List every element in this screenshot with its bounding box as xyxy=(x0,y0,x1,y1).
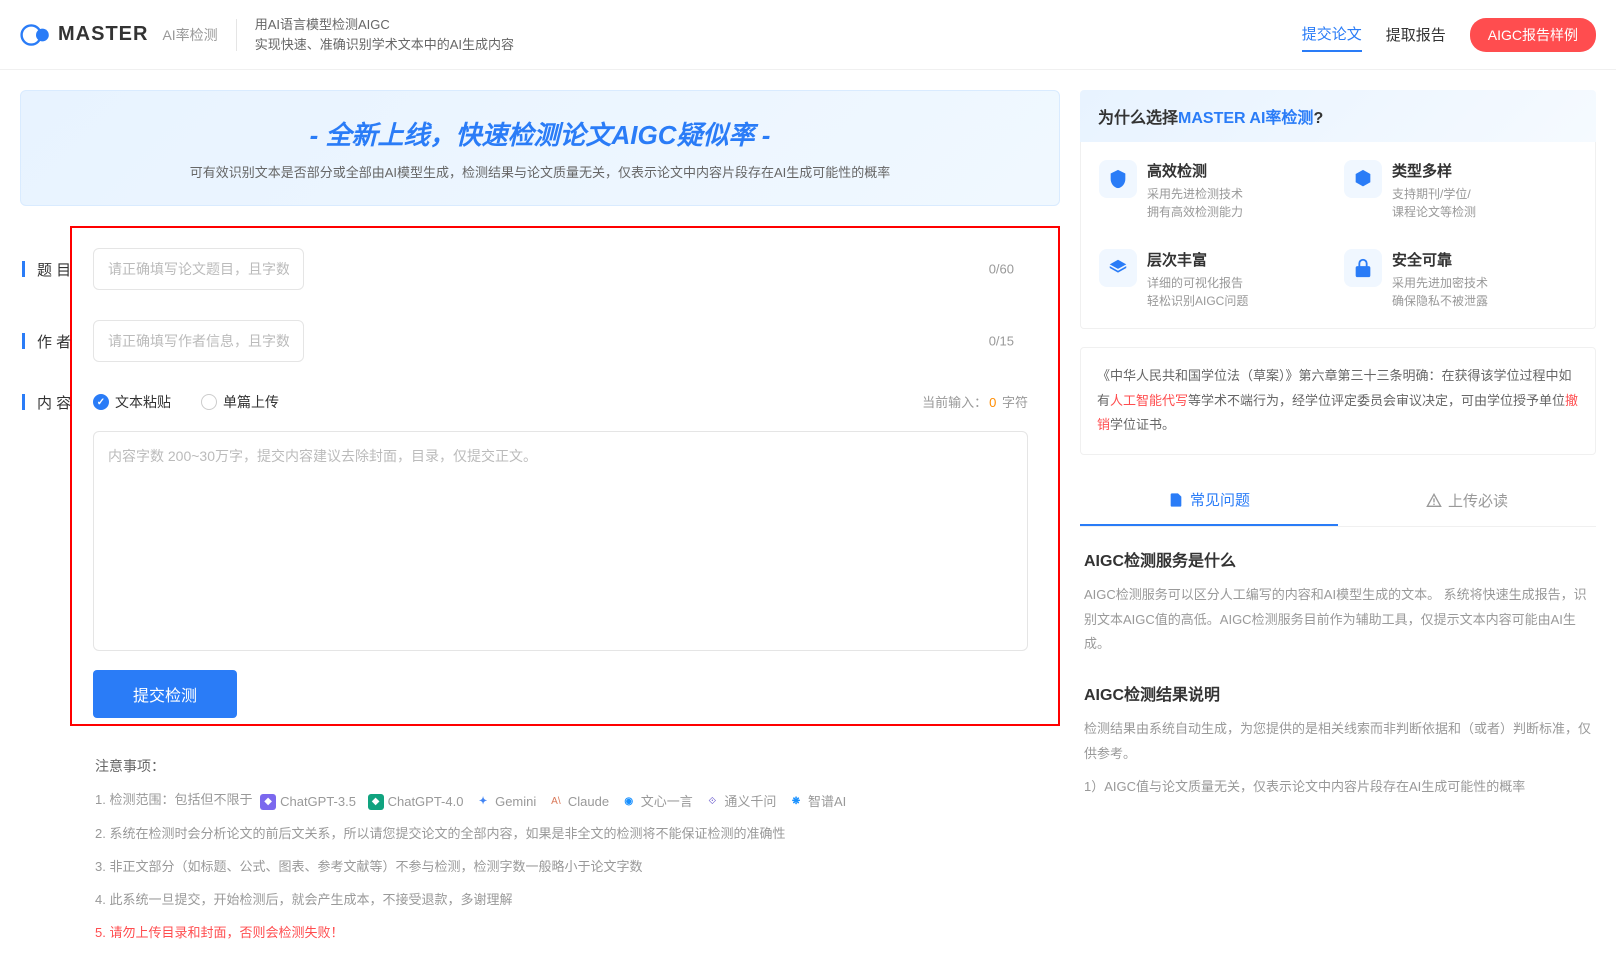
logo-text: MASTER xyxy=(58,23,148,46)
warning-icon xyxy=(1426,493,1442,509)
author-input[interactable] xyxy=(93,320,304,362)
faq-text-2b: 1）AIGC值与论文质量无关，仅表示论文中内容片段存在AI生成可能性的概率 xyxy=(1084,775,1592,800)
banner-subtitle: 可有效识别文本是否部分或全部由AI模型生成，检测结果与论文质量无关，仅表示论文中… xyxy=(51,162,1029,181)
shield-icon xyxy=(1099,160,1137,198)
tongyi-icon: ⟐ xyxy=(704,794,720,810)
content-textarea[interactable] xyxy=(93,431,1028,651)
legal-notice: 《中华人民共和国学位法（草案）》第六章第三十三条明确：在获得该学位过程中如有人工… xyxy=(1080,347,1596,455)
faq-section: AIGC检测服务是什么 AIGC检测服务可以区分人工编写的内容和AI模型生成的文… xyxy=(1080,527,1596,843)
note-item-3: 3. 非正文部分（如标题、公式、图表、参考文献等）不参与检测，检测字数一般略小于… xyxy=(95,857,1030,878)
title-label: 题 目 xyxy=(37,259,81,280)
nav-extract-report[interactable]: 提取报告 xyxy=(1386,18,1446,51)
note-item-1: 1. 检测范围：包括但不限于 ◆ChatGPT-3.5 ◆ChatGPT-4.0… xyxy=(95,790,1030,812)
header-divider xyxy=(236,19,237,51)
document-icon xyxy=(1168,492,1184,508)
submission-form: 题 目 0/60 作 者 0/15 内 容 文本粘贴 xyxy=(70,226,1060,726)
banner: - 全新上线，快速检测论文AIGC疑似率 - 可有效识别文本是否部分或全部由AI… xyxy=(20,90,1060,206)
nav-submit-paper[interactable]: 提交论文 xyxy=(1302,17,1362,52)
author-char-count: 0/15 xyxy=(989,334,1014,349)
radio-upload-label: 单篇上传 xyxy=(223,392,279,412)
features-grid: 高效检测采用先进检测技术 拥有高效检测能力 类型多样支持期刊/学位/ 课程论文等… xyxy=(1080,142,1596,329)
logo-icon xyxy=(20,19,52,51)
notes-title: 注意事项： xyxy=(95,756,1030,776)
note-item-4: 4. 此系统一旦提交，开始检测后，就会产生成本，不接受退款，多谢理解 xyxy=(95,890,1030,911)
header-desc-line1: 用AI语言模型检测AIGC xyxy=(255,15,514,35)
claude-icon: A\ xyxy=(548,794,564,810)
logo-subtitle: AI率检测 xyxy=(162,25,217,45)
chatgpt35-icon: ◆ xyxy=(260,794,276,810)
why-choose-title: 为什么选择MASTER AI率检测? xyxy=(1080,90,1596,142)
radio-text-paste[interactable]: 文本粘贴 xyxy=(93,392,171,412)
logo[interactable]: MASTER AI率检测 xyxy=(20,19,218,51)
submit-button[interactable]: 提交检测 xyxy=(93,670,237,718)
tab-faq[interactable]: 常见问题 xyxy=(1080,475,1338,526)
feature-secure: 安全可靠采用先进加密技术 确保隐私不被泄露 xyxy=(1344,249,1577,310)
feature-types: 类型多样支持期刊/学位/ 课程论文等检测 xyxy=(1344,160,1577,221)
author-label: 作 者 xyxy=(37,331,81,352)
sample-report-button[interactable]: AIGC报告样例 xyxy=(1470,18,1596,52)
radio-checked-icon xyxy=(93,394,109,410)
title-input[interactable] xyxy=(93,248,304,290)
faq-title-2: AIGC检测结果说明 xyxy=(1084,681,1592,705)
radio-single-upload[interactable]: 单篇上传 xyxy=(201,392,279,412)
radio-paste-label: 文本粘贴 xyxy=(115,392,171,412)
header-description: 用AI语言模型检测AIGC 实现快速、准确识别学术文本中的AI生成内容 xyxy=(255,15,514,54)
banner-title: - 全新上线，快速检测论文AIGC疑似率 - xyxy=(51,115,1029,152)
faq-text-2a: 检测结果由系统自动生成，为您提供的是相关线索而非判断依据和（或者）判断标准，仅供… xyxy=(1084,717,1592,766)
header-desc-line2: 实现快速、准确识别学术文本中的AI生成内容 xyxy=(255,35,514,55)
word-count: 当前输入：0 字符 xyxy=(922,392,1028,411)
notes-section: 注意事项： 1. 检测范围：包括但不限于 ◆ChatGPT-3.5 ◆ChatG… xyxy=(70,726,1060,944)
lock-icon xyxy=(1344,249,1382,287)
zhipu-icon: ❋ xyxy=(788,794,804,810)
content-label: 内 容 xyxy=(37,392,81,413)
note-item-5: 5. 请勿上传目录和封面，否则会检测失败！ xyxy=(95,923,1030,944)
feature-layers: 层次丰富详细的可视化报告 轻松识别AIGC问题 xyxy=(1099,249,1332,310)
chatgpt40-icon: ◆ xyxy=(368,794,384,810)
faq-title-1: AIGC检测服务是什么 xyxy=(1084,547,1592,571)
layers-icon xyxy=(1099,249,1137,287)
feature-efficient: 高效检测采用先进检测技术 拥有高效检测能力 xyxy=(1099,160,1332,221)
wenxin-icon: ◉ xyxy=(621,794,637,810)
tab-upload-guide[interactable]: 上传必读 xyxy=(1338,475,1596,526)
cube-icon xyxy=(1344,160,1382,198)
title-char-count: 0/60 xyxy=(989,262,1014,277)
note-item-2: 2. 系统在检测时会分析论文的前后文关系，所以请您提交论文的全部内容，如果是非全… xyxy=(95,824,1030,845)
info-tabs: 常见问题 上传必读 xyxy=(1080,475,1596,527)
radio-unchecked-icon xyxy=(201,394,217,410)
gemini-icon: ✦ xyxy=(475,794,491,810)
faq-text-1: AIGC检测服务可以区分人工编写的内容和AI模型生成的文本。 系统将快速生成报告… xyxy=(1084,583,1592,657)
